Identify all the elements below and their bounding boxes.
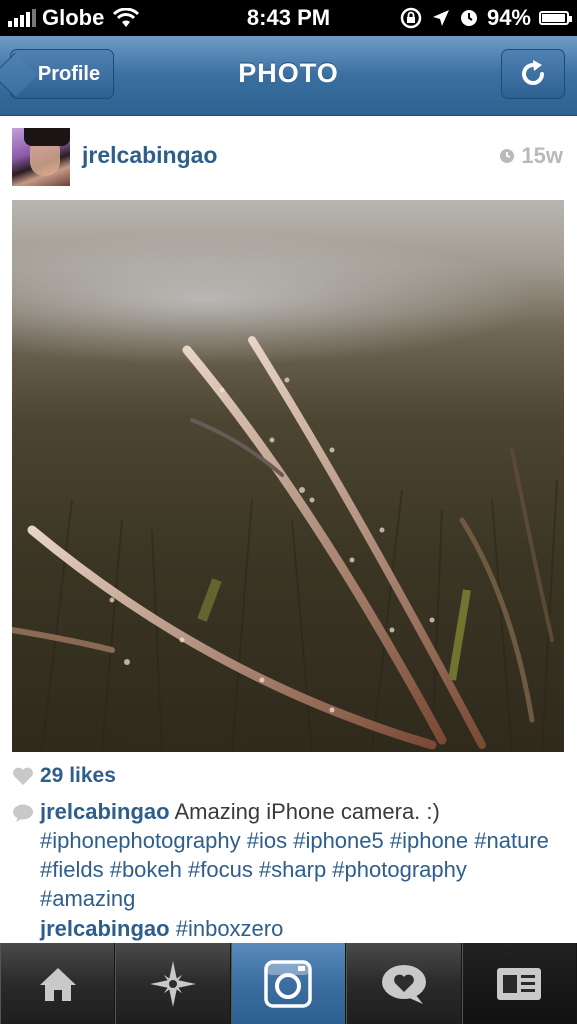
- likes-row[interactable]: 29 likes: [12, 764, 116, 788]
- caption: jrelcabingao Amazing iPhone camera. :) #…: [12, 797, 552, 913]
- page-title: PHOTO: [238, 58, 339, 88]
- comment-text[interactable]: #inboxzero: [176, 916, 284, 941]
- grass-photo-image: [12, 336, 558, 752]
- post-timestamp: 15w: [499, 143, 563, 169]
- battery-percent: 94%: [486, 5, 531, 30]
- likes-count[interactable]: 29 likes: [40, 764, 116, 788]
- battery-icon: [539, 11, 572, 25]
- tab-bar: [0, 943, 577, 1024]
- status-right: 94%: [391, 5, 572, 31]
- refresh-icon: [522, 60, 544, 85]
- location-arrow-icon: [432, 10, 449, 26]
- post-photo[interactable]: [12, 200, 564, 752]
- home-icon: [39, 967, 76, 1001]
- caption-hashtags[interactable]: #iphonephotography #ios #iphone5 #iphone…: [40, 828, 549, 911]
- profile-icon: [497, 967, 542, 1000]
- tab-profile[interactable]: [461, 943, 577, 1024]
- refresh-button[interactable]: [501, 49, 565, 99]
- tab-activity[interactable]: [346, 943, 462, 1024]
- heart-icon: [13, 767, 33, 785]
- caption-body: Amazing iPhone camera. :): [174, 799, 440, 824]
- rotation-lock-icon: [400, 7, 422, 29]
- tab-explore[interactable]: [115, 943, 231, 1024]
- post-username[interactable]: jrelcabingao: [82, 142, 217, 169]
- clock-icon: [500, 149, 515, 163]
- avatar[interactable]: [12, 128, 70, 186]
- comment: jrelcabingao #inboxzero: [40, 916, 283, 942]
- alarm-clock-icon: [460, 10, 477, 26]
- speech-bubble-icon: [13, 804, 33, 822]
- status-bar: Globe 8:43 PM 94%: [0, 0, 577, 36]
- tab-home[interactable]: [0, 943, 116, 1024]
- navigation-bar: Profile PHOTO: [0, 36, 577, 116]
- caption-username[interactable]: jrelcabingao: [40, 799, 170, 824]
- activity-icon: [381, 964, 426, 1004]
- comment-username[interactable]: jrelcabingao: [40, 916, 170, 941]
- timestamp-label: 15w: [521, 143, 563, 168]
- caption-text: jrelcabingao Amazing iPhone camera. :) #…: [40, 797, 552, 913]
- explore-icon: [150, 960, 197, 1007]
- tab-camera[interactable]: [230, 943, 347, 1024]
- camera-icon: [264, 959, 313, 1008]
